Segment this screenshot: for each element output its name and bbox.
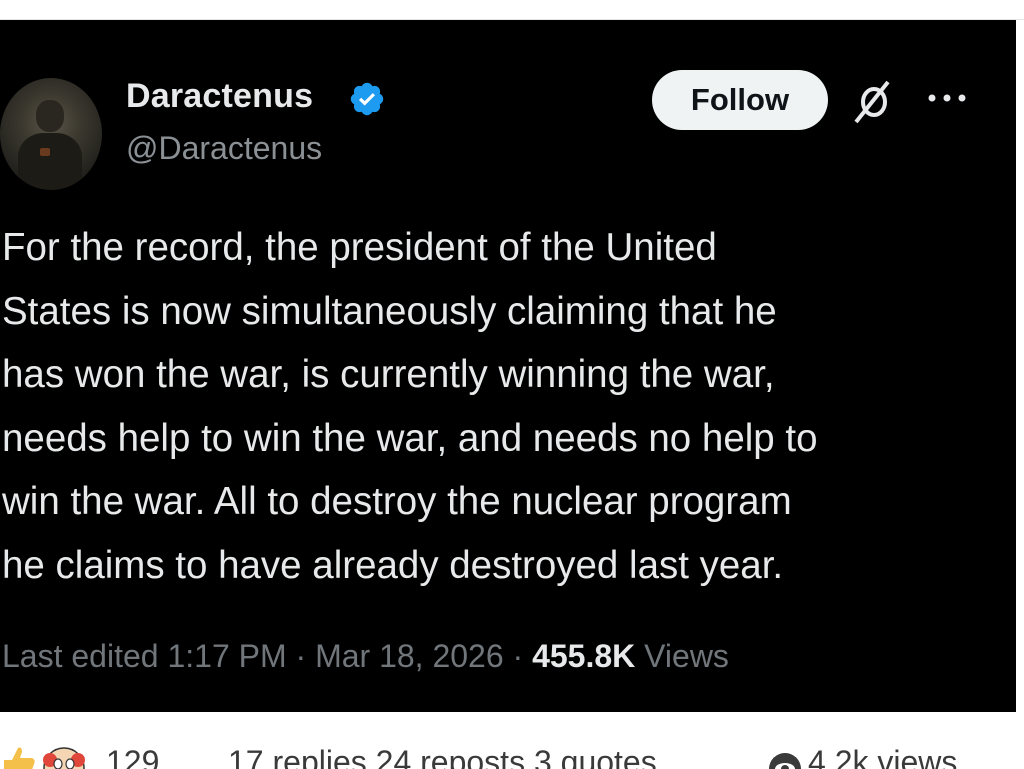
reaction-icons[interactable] (2, 746, 88, 769)
post-footer: 129 17 replies 24 reposts 3 quotes 4.2k … (0, 732, 1024, 769)
vote-score: 129 (106, 744, 160, 769)
tweet-card: Daractenus @Daractenus Follow For the re… (0, 20, 1016, 712)
post-stats[interactable]: 17 replies 24 reposts 3 quotes (228, 744, 657, 769)
follow-button[interactable]: Follow (652, 70, 828, 130)
display-name[interactable]: Daractenus (126, 77, 313, 116)
avatar-detail (40, 148, 50, 156)
avatar-body (18, 133, 82, 190)
edited-timestamp[interactable]: Last edited 1:17 PM · Mar 18, 2026 · (2, 638, 532, 674)
user-handle[interactable]: @Daractenus (126, 130, 322, 167)
top-strip (0, 0, 1024, 20)
eye-icon (769, 753, 801, 769)
verified-badge-icon (350, 82, 384, 116)
tweet-text: For the record, the president of the Uni… (2, 226, 818, 587)
x-logo-icon[interactable] (852, 78, 896, 124)
views-count: 455.8K (532, 638, 636, 674)
avatar[interactable] (0, 78, 102, 190)
more-options-icon[interactable] (924, 90, 970, 106)
tweet-meta: Last edited 1:17 PM · Mar 18, 2026 · 455… (2, 638, 729, 675)
views-label: Views (635, 638, 729, 674)
footer-views: 4.2k views (808, 744, 958, 769)
avatar-head (36, 100, 64, 132)
